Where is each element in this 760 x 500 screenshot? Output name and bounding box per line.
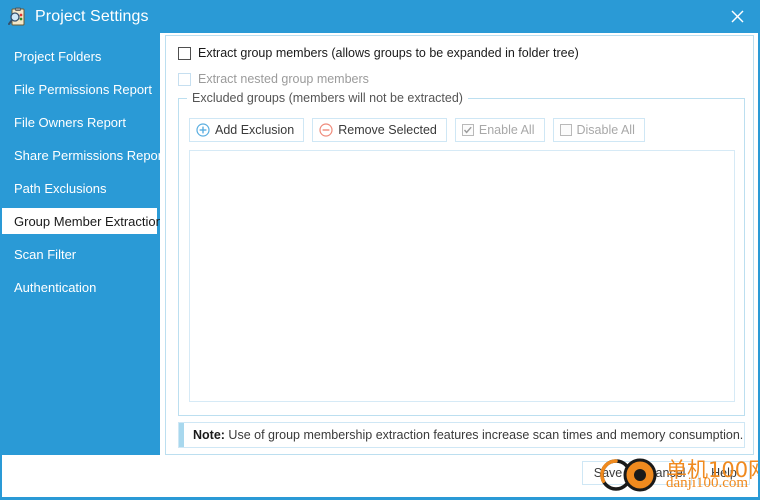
remove-selected-label: Remove Selected (338, 123, 437, 137)
minus-circle-icon (319, 123, 333, 137)
sidebar-item-project-folders[interactable]: Project Folders (2, 43, 160, 69)
note-bar: Note: Use of group membership extraction… (178, 422, 745, 448)
help-button[interactable]: Help (698, 461, 750, 485)
enable-all-button: Enable All (454, 118, 545, 142)
sidebar-item-path-exclusions[interactable]: Path Exclusions (2, 175, 160, 201)
sidebar-item-label: Group Member Extraction (14, 213, 163, 229)
close-button[interactable] (714, 0, 758, 33)
remove-selected-button[interactable]: Remove Selected (312, 118, 447, 142)
sidebar-item-label: File Permissions Report (14, 81, 152, 97)
clipboard-search-icon (8, 7, 28, 27)
note-accent-bar (179, 423, 184, 447)
extract-nested-group-members-label: Extract nested group members (198, 72, 369, 86)
disable-all-label: Disable All (576, 123, 635, 137)
project-settings-window: Project Settings Project Folders File Pe… (0, 0, 760, 500)
sidebar: Project Folders File Permissions Report … (2, 33, 166, 455)
sidebar-item-file-permissions-report[interactable]: File Permissions Report (2, 76, 160, 102)
sidebar-item-label: Scan Filter (14, 246, 77, 262)
note-prefix: Note: (193, 428, 225, 442)
enable-all-label: Enable All (478, 123, 535, 137)
sidebar-item-scan-filter[interactable]: Scan Filter (2, 241, 160, 267)
excluded-groups-groupbox: Excluded groups (members will not be ext… (178, 91, 745, 416)
sidebar-item-authentication[interactable]: Authentication (2, 274, 160, 300)
excluded-groups-title: Excluded groups (members will not be ext… (187, 91, 468, 105)
footer-buttons: Save Cancel Help (582, 461, 750, 485)
note-body: Use of group membership extraction featu… (224, 428, 744, 442)
footer-bar: Save Cancel Help 单机100网 danji100.com (2, 455, 758, 497)
save-button[interactable]: Save (582, 461, 634, 485)
add-exclusion-label: Add Exclusion (215, 123, 295, 137)
checked-checkbox-icon (461, 124, 474, 136)
sidebar-item-label: Share Permissions Report (14, 147, 166, 163)
window-title: Project Settings (35, 7, 149, 25)
sidebar-item-label: File Owners Report (14, 114, 126, 130)
unchecked-checkbox-icon (559, 124, 572, 136)
plus-circle-icon (196, 123, 210, 137)
extract-group-members-row[interactable]: Extract group members (allows groups to … (178, 46, 579, 60)
add-exclusion-button[interactable]: Add Exclusion (189, 118, 305, 142)
excluded-groups-list[interactable] (189, 150, 735, 402)
note-text: Note: Use of group membership extraction… (193, 428, 743, 442)
cancel-button[interactable]: Cancel (640, 461, 692, 485)
title-bar: Project Settings (2, 0, 758, 33)
sidebar-item-file-owners-report[interactable]: File Owners Report (2, 109, 160, 135)
sidebar-item-label: Authentication (14, 279, 97, 295)
sidebar-item-label: Path Exclusions (14, 180, 107, 196)
extract-group-members-label: Extract group members (allows groups to … (198, 46, 579, 60)
settings-content-box: Extract group members (allows groups to … (165, 35, 754, 455)
sidebar-item-group-member-extraction[interactable]: Group Member Extraction (2, 208, 163, 234)
extract-nested-group-members-row: Extract nested group members (178, 72, 369, 86)
disable-all-button: Disable All (552, 118, 645, 142)
main-panel: Extract group members (allows groups to … (160, 33, 758, 497)
sidebar-item-share-permissions-report[interactable]: Share Permissions Report (2, 142, 166, 168)
extract-group-members-checkbox[interactable] (178, 46, 191, 60)
extract-nested-group-members-checkbox (178, 72, 191, 86)
sidebar-item-label: Project Folders (14, 48, 102, 64)
excluded-groups-toolbar: Add Exclusion Remove Selected Enable All… (189, 118, 645, 142)
